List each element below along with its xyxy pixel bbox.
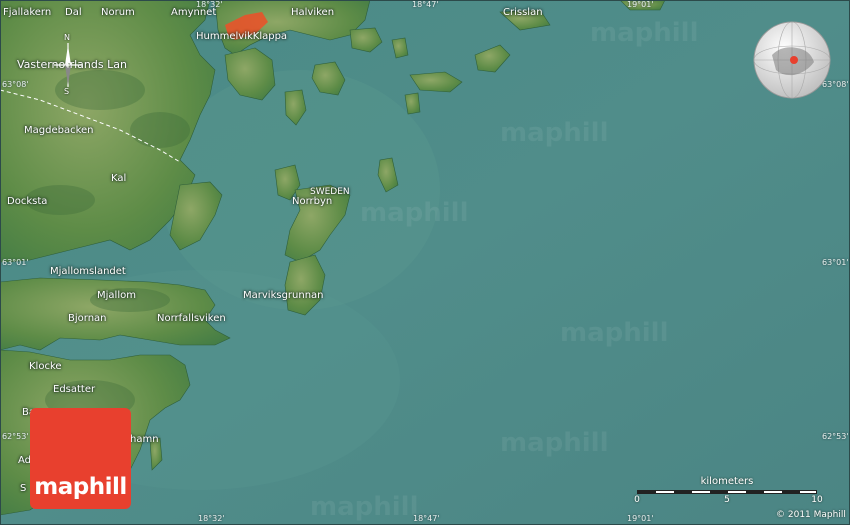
place-s[interactable]: S [20, 483, 26, 494]
coord-right-3: 62°53' [822, 432, 849, 441]
place-norrfallsviken[interactable]: Norrfallsviken [157, 313, 226, 324]
coord-top-2: 18°47' [412, 0, 439, 9]
place-kal[interactable]: Kal [111, 173, 126, 184]
globe-locator [752, 20, 832, 100]
globe-icon [753, 21, 831, 99]
place-halviken[interactable]: Halviken [291, 7, 334, 18]
watermark: maphill [500, 118, 609, 148]
place-dal[interactable]: Dal [65, 7, 82, 18]
coord-top-3: 19°01' [627, 0, 654, 9]
compass-north: N [64, 33, 70, 42]
scale-tick-5: 5 [724, 495, 730, 505]
watermark: maphill [500, 428, 609, 458]
place-crisslan[interactable]: Crisslan [503, 7, 543, 18]
maphill-logo[interactable]: maphill [30, 408, 131, 509]
scale-tick-10: 10 [811, 495, 823, 505]
watermark: maphill [590, 18, 699, 48]
coord-right-2: 63°01' [822, 258, 849, 267]
place-hamn[interactable]: hamn [130, 434, 159, 445]
watermark: maphill [560, 318, 669, 348]
scale-tick-0: 0 [634, 495, 640, 505]
coord-bottom-1: 18°32' [198, 514, 225, 523]
scale-bar: kilometers 0 5 10 [634, 476, 823, 507]
place-fjallakern[interactable]: Fjallakern [3, 7, 51, 18]
place-amynnet[interactable]: Amynnet [171, 7, 216, 18]
coord-bottom-2: 18°47' [413, 514, 440, 523]
place-mjallom[interactable]: Mjallom [97, 290, 136, 301]
place-docksta[interactable]: Docksta [7, 196, 47, 207]
scale-title: kilometers [700, 476, 754, 487]
coord-left-1: 63°08' [2, 80, 29, 89]
place-klocke[interactable]: Klocke [29, 361, 62, 372]
logo-text: maphill [34, 474, 127, 500]
watermark: maphill [360, 198, 469, 228]
place-norrbyn[interactable]: Norrbyn [292, 196, 332, 207]
place-norum[interactable]: Norum [101, 7, 135, 18]
copyright: © 2011 Maphill [776, 510, 846, 520]
coord-left-3: 62°53' [2, 432, 29, 441]
coord-left-2: 63°01' [2, 258, 29, 267]
place-marviksgrunnan[interactable]: Marviksgrunnan [243, 290, 324, 301]
place-magdebacken[interactable]: Magdebacken [24, 125, 94, 136]
place-bjornan[interactable]: Bjornan [68, 313, 107, 324]
coord-bottom-3: 19°01' [627, 514, 654, 523]
place-mjallomslandet[interactable]: Mjallomslandet [50, 266, 126, 277]
scale-ruler [637, 490, 817, 494]
watermark: maphill [310, 492, 419, 522]
place-hummelvikklappa[interactable]: HummelvikKlappa [196, 31, 287, 42]
compass: N S [50, 33, 86, 97]
place-edsatter[interactable]: Edsatter [53, 384, 95, 395]
compass-south: S [64, 87, 70, 96]
